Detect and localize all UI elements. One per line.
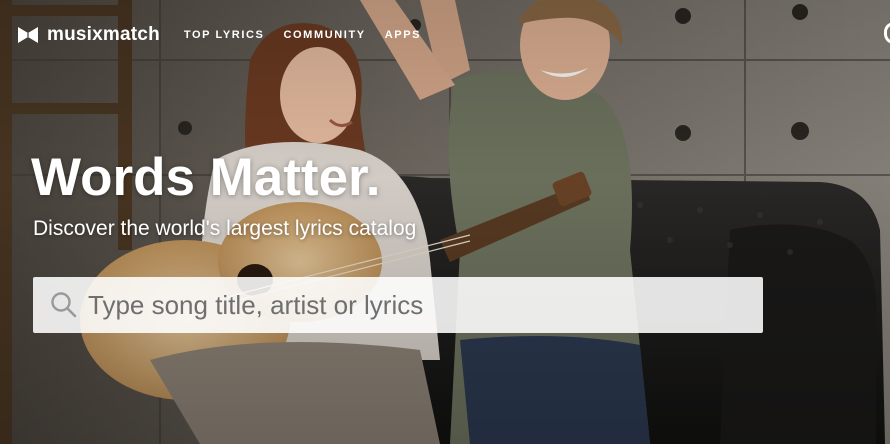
musixmatch-logo[interactable]: musixmatch xyxy=(17,24,160,46)
top-navigation: musixmatch TOP LYRICS COMMUNITY APPS xyxy=(17,22,440,48)
nav-link-community[interactable]: COMMUNITY xyxy=(283,29,365,41)
musixmatch-logo-icon xyxy=(18,27,38,43)
hero-headline: Words Matter. xyxy=(31,148,381,207)
search-icon[interactable] xyxy=(50,291,78,319)
search-bar[interactable] xyxy=(33,277,763,333)
search-input[interactable] xyxy=(88,278,763,332)
nav-link-apps[interactable]: APPS xyxy=(385,29,421,41)
nav-link-top-lyrics[interactable]: TOP LYRICS xyxy=(184,29,265,41)
brand-name: musixmatch xyxy=(47,24,160,45)
hero-section: musixmatch TOP LYRICS COMMUNITY APPS Wor… xyxy=(0,0,890,444)
hero-subheadline: Discover the world's largest lyrics cata… xyxy=(33,217,417,240)
